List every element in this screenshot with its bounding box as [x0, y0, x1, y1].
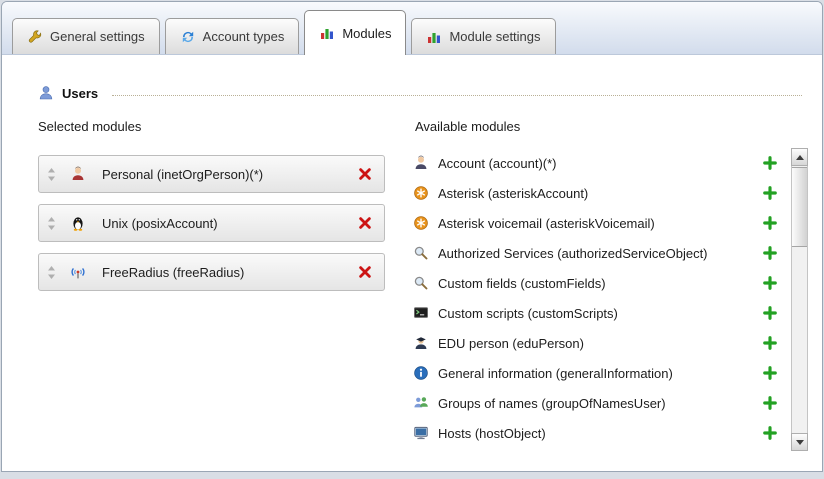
terminal-icon [413, 305, 429, 321]
modules-tab-content: Users Selected modules Personal (inetOrg… [2, 85, 822, 451]
bar-chart-icon [426, 29, 442, 45]
available-module-label: Authorized Services (authorizedServiceOb… [438, 246, 708, 261]
available-module-row: Authorized Services (authorizedServiceOb… [413, 238, 791, 268]
tab-account-types[interactable]: Account types [165, 18, 300, 54]
tab-label: Module settings [449, 29, 540, 44]
arrow-up-icon [796, 155, 804, 160]
available-module-label: General information (generalInformation) [438, 366, 673, 381]
add-module-button[interactable] [763, 246, 777, 260]
add-plus-icon [763, 246, 777, 260]
arrow-down-icon [796, 440, 804, 445]
available-module-row: Account (account)(*) [413, 148, 791, 178]
tab-label: Account types [203, 29, 285, 44]
available-module-row: Groups of names (groupOfNamesUser) [413, 388, 791, 418]
tab-modules[interactable]: Modules [304, 10, 406, 55]
delete-x-icon [358, 167, 372, 181]
graduate-person-icon [413, 335, 429, 351]
user-icon [38, 85, 54, 101]
lam-configuration-window: General settings Account types Modules M… [1, 1, 823, 472]
tab-label: Modules [342, 26, 391, 41]
drag-handle-icon[interactable] [47, 266, 56, 279]
users-section-header: Users [38, 85, 802, 101]
selected-module-label: Personal (inetOrgPerson)(*) [102, 167, 263, 182]
selected-module-row[interactable]: FreeRadius (freeRadius) [38, 253, 385, 291]
available-module-label: Custom scripts (customScripts) [438, 306, 618, 321]
add-module-button[interactable] [763, 276, 777, 290]
info-icon [413, 365, 429, 381]
add-module-button[interactable] [763, 366, 777, 380]
add-module-button[interactable] [763, 156, 777, 170]
add-module-button[interactable] [763, 216, 777, 230]
add-module-button[interactable] [763, 336, 777, 350]
available-module-row: Custom scripts (customScripts) [413, 298, 791, 328]
computer-icon [413, 425, 429, 441]
available-module-row: General information (generalInformation) [413, 358, 791, 388]
available-modules-heading: Available modules [415, 119, 808, 134]
add-plus-icon [763, 216, 777, 230]
tab-label: General settings [50, 29, 145, 44]
available-modules-panel: Available modules Account (account)(*) [413, 119, 808, 451]
available-module-label: Asterisk voicemail (asteriskVoicemail) [438, 216, 655, 231]
magnifier-icon [413, 245, 429, 261]
asterisk-icon [413, 215, 429, 231]
add-plus-icon [763, 336, 777, 350]
available-module-label: Custom fields (customFields) [438, 276, 606, 291]
section-title: Users [62, 86, 98, 101]
available-module-label: Hosts (hostObject) [438, 426, 546, 441]
selected-modules-panel: Selected modules Personal (inetOrgPerson… [38, 119, 385, 451]
tab-module-settings[interactable]: Module settings [411, 18, 555, 54]
drag-handle-icon[interactable] [47, 217, 56, 230]
add-module-button[interactable] [763, 186, 777, 200]
available-module-label: EDU person (eduPerson) [438, 336, 584, 351]
add-module-button[interactable] [763, 306, 777, 320]
tab-general-settings[interactable]: General settings [12, 18, 160, 54]
available-module-row: Custom fields (customFields) [413, 268, 791, 298]
scroll-up-button[interactable] [791, 148, 808, 166]
add-plus-icon [763, 366, 777, 380]
dotted-divider [112, 94, 802, 96]
add-plus-icon [763, 156, 777, 170]
available-module-row: Asterisk (asteriskAccount) [413, 178, 791, 208]
drag-handle-icon[interactable] [47, 168, 56, 181]
add-plus-icon [763, 426, 777, 440]
available-module-row: EDU person (eduPerson) [413, 328, 791, 358]
selected-module-label: Unix (posixAccount) [102, 216, 218, 231]
available-module-row: Hosts (hostObject) [413, 418, 791, 448]
add-module-button[interactable] [763, 396, 777, 410]
scroll-down-button[interactable] [791, 433, 808, 451]
available-module-label: Asterisk (asteriskAccount) [438, 186, 588, 201]
selected-module-row[interactable]: Personal (inetOrgPerson)(*) [38, 155, 385, 193]
selected-modules-heading: Selected modules [38, 119, 385, 134]
group-icon [413, 395, 429, 411]
wrench-icon [27, 29, 43, 45]
tab-bar: General settings Account types Modules M… [2, 2, 822, 55]
delete-x-icon [358, 265, 372, 279]
scrollbar-thumb[interactable] [792, 167, 807, 247]
add-plus-icon [763, 396, 777, 410]
available-module-row: Asterisk voicemail (asteriskVoicemail) [413, 208, 791, 238]
sync-arrows-icon [180, 29, 196, 45]
remove-module-button[interactable] [358, 167, 372, 181]
penguin-icon [70, 215, 86, 231]
radio-antenna-icon [70, 264, 86, 280]
add-plus-icon [763, 306, 777, 320]
remove-module-button[interactable] [358, 216, 372, 230]
asterisk-icon [413, 185, 429, 201]
delete-x-icon [358, 216, 372, 230]
available-module-label: Account (account)(*) [438, 156, 557, 171]
bar-chart-icon [319, 25, 335, 41]
magnifier-icon [413, 275, 429, 291]
add-plus-icon [763, 186, 777, 200]
selected-module-row[interactable]: Unix (posixAccount) [38, 204, 385, 242]
person-icon [413, 155, 429, 171]
selected-module-label: FreeRadius (freeRadius) [102, 265, 244, 280]
available-module-label: Groups of names (groupOfNamesUser) [438, 396, 666, 411]
remove-module-button[interactable] [358, 265, 372, 279]
person-icon [70, 166, 86, 182]
add-module-button[interactable] [763, 426, 777, 440]
add-plus-icon [763, 276, 777, 290]
scrollbar[interactable] [791, 148, 808, 451]
